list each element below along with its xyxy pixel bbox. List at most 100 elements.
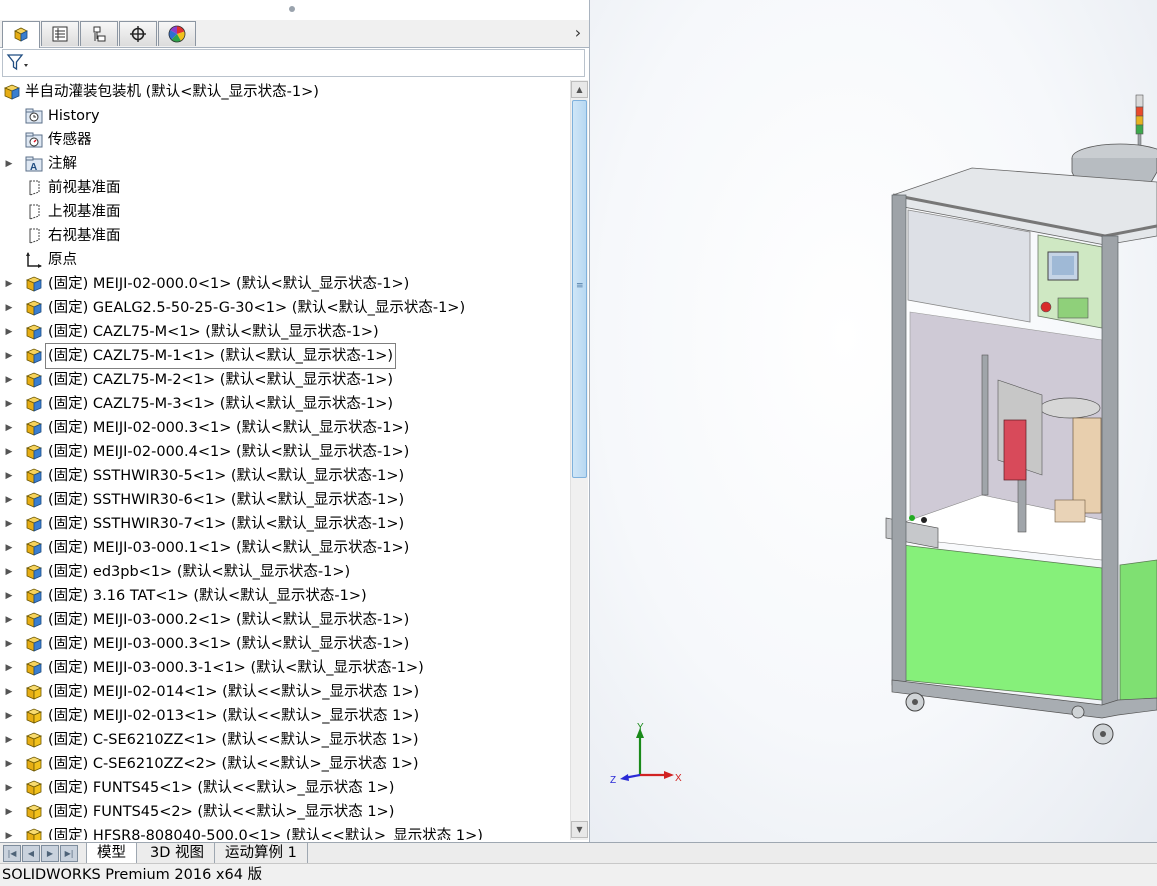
tree-item[interactable]: ▶ (固定) 3.16 TAT<1> (默认<默认_显示状态-1>): [0, 584, 568, 608]
tree-item-label: (固定) MEIJI-03-000.1<1> (默认<默认_显示状态-1>): [48, 540, 410, 556]
graphics-viewport[interactable]: Y X Z: [590, 0, 1157, 842]
plane-icon: [29, 228, 40, 244]
feature-manager-tab[interactable]: [2, 21, 40, 48]
subassembly-icon: [25, 372, 43, 388]
scroll-thumb[interactable]: ≡: [572, 100, 587, 478]
tree-item[interactable]: ▶ (固定) ed3pb<1> (默认<默认_显示状态-1>): [0, 560, 568, 584]
dimxpert-manager-tab[interactable]: [119, 21, 157, 46]
tab-model[interactable]: 模型: [86, 843, 137, 864]
tree-item[interactable]: ▶ (固定) MEIJI-02-014<1> (默认<<默认>_显示状态 1>): [0, 680, 568, 704]
expand-arrow-icon[interactable]: ▶: [4, 656, 14, 680]
property-list-icon: [52, 26, 68, 42]
tree-item-label: (固定) SSTHWIR30-7<1> (默认<默认_显示状态-1>): [48, 516, 405, 532]
tree-item[interactable]: ▶ (固定) MEIJI-02-013<1> (默认<<默认>_显示状态 1>): [0, 704, 568, 728]
expand-arrow-icon[interactable]: ▶: [4, 632, 14, 656]
tree-item[interactable]: ▶ (固定) GEALG2.5-50-25-G-30<1> (默认<默认_显示状态…: [0, 296, 568, 320]
triad-y-label: Y: [637, 722, 644, 733]
tree-item[interactable]: ▶ (固定) FUNTS45<2> (默认<<默认>_显示状态 1>): [0, 800, 568, 824]
tree-item[interactable]: ▶ (固定) C-SE6210ZZ<2> (默认<<默认>_显示状态 1>): [0, 752, 568, 776]
expand-arrow-icon[interactable]: ▶: [4, 704, 14, 728]
machine-3d-model[interactable]: [590, 0, 1157, 842]
tab-3d-view[interactable]: 3D 视图: [140, 843, 215, 864]
tree-item-label: (固定) SSTHWIR30-5<1> (默认<默认_显示状态-1>): [48, 468, 405, 484]
tree-vertical-scrollbar[interactable]: ▲ ≡ ▼: [570, 80, 588, 840]
expand-arrow-icon[interactable]: ▶: [4, 824, 14, 840]
expand-arrow-icon[interactable]: ▶: [4, 368, 14, 392]
tree-item[interactable]: 前视基准面: [0, 176, 568, 200]
first-tab-nav-button[interactable]: |◀: [3, 845, 21, 862]
expand-arrow-icon[interactable]: ▶: [4, 272, 14, 296]
filter-icon[interactable]: [6, 53, 30, 73]
last-tab-nav-button[interactable]: ▶|: [60, 845, 78, 862]
subassembly-icon: [25, 564, 43, 580]
feature-tree: 半自动灌装包装机 (默认<默认_显示状态-1>) History 传感器 ▶ A 注解前…: [0, 80, 568, 840]
expand-arrow-icon[interactable]: ▶: [4, 416, 14, 440]
tree-item[interactable]: ▶ (固定) CAZL75-M-1<1> (默认<默认_显示状态-1>): [0, 343, 568, 369]
property-manager-tab[interactable]: [41, 21, 79, 46]
expand-arrow-icon[interactable]: ▶: [4, 512, 14, 536]
expand-arrow-icon[interactable]: ▶: [4, 728, 14, 752]
tree-item[interactable]: ▶ (固定) MEIJI-03-000.2<1> (默认<默认_显示状态-1>): [0, 608, 568, 632]
panel-grip-handle[interactable]: [289, 6, 295, 12]
tree-item[interactable]: ▶ (固定) CAZL75-M-3<1> (默认<默认_显示状态-1>): [0, 392, 568, 416]
expand-arrow-icon[interactable]: ▶: [4, 488, 14, 512]
tree-item[interactable]: ▶ (固定) MEIJI-03-000.1<1> (默认<默认_显示状态-1>): [0, 536, 568, 560]
expand-arrow-icon[interactable]: ▶: [4, 584, 14, 608]
part-icon: [25, 780, 43, 796]
expand-arrow-icon[interactable]: ▶: [4, 800, 14, 824]
crosshair-icon: [130, 26, 146, 42]
expand-arrow-icon[interactable]: ▶: [4, 560, 14, 584]
subassembly-icon: [25, 492, 43, 508]
expand-arrow-icon[interactable]: ▶: [4, 776, 14, 800]
display-manager-tab[interactable]: [158, 21, 196, 46]
expand-arrow-icon[interactable]: ▶: [4, 440, 14, 464]
tree-item[interactable]: ▶ (固定) MEIJI-03-000.3-1<1> (默认<默认_显示状态-1>…: [0, 656, 568, 680]
expand-arrow-icon[interactable]: ▶: [4, 152, 14, 176]
expand-arrow-icon[interactable]: ▶: [4, 680, 14, 704]
tree-item[interactable]: ▶ (固定) MEIJI-02-000.4<1> (默认<默认_显示状态-1>): [0, 440, 568, 464]
part-icon: [25, 684, 43, 700]
subassembly-icon: [25, 444, 43, 460]
expand-arrow-icon[interactable]: ▶: [4, 320, 14, 344]
feature-manager-panel: › 半自动灌装包装机 (默认<默认_显示状态-1>) History 传感器 ▶ A 注…: [0, 0, 590, 842]
expand-arrow-icon[interactable]: ▶: [4, 392, 14, 416]
tree-item[interactable]: ▶ (固定) C-SE6210ZZ<1> (默认<<默认>_显示状态 1>): [0, 728, 568, 752]
tree-item[interactable]: ▶ (固定) FUNTS45<1> (默认<<默认>_显示状态 1>): [0, 776, 568, 800]
plane-icon: [29, 180, 40, 196]
more-tabs-chevron-icon[interactable]: ›: [571, 24, 585, 42]
tree-item[interactable]: 右视基准面: [0, 224, 568, 248]
expand-arrow-icon[interactable]: ▶: [4, 608, 14, 632]
tree-item[interactable]: ▶ (固定) SSTHWIR30-5<1> (默认<默认_显示状态-1>): [0, 464, 568, 488]
expand-arrow-icon[interactable]: ▶: [4, 296, 14, 320]
expand-arrow-icon[interactable]: ▶: [4, 536, 14, 560]
tree-item[interactable]: ▶ (固定) SSTHWIR30-6<1> (默认<默认_显示状态-1>): [0, 488, 568, 512]
expand-arrow-icon[interactable]: ▶: [4, 464, 14, 488]
tree-item[interactable]: History: [0, 104, 568, 128]
tree-root-assembly[interactable]: 半自动灌装包装机 (默认<默认_显示状态-1>): [0, 80, 568, 104]
tree-item[interactable]: ▶ (固定) HFSR8-808040-500.0<1> (默认<<默认>_显示状…: [0, 824, 568, 840]
tree-item[interactable]: ▶ (固定) CAZL75-M-2<1> (默认<默认_显示状态-1>): [0, 368, 568, 392]
tree-item[interactable]: ▶ A 注解: [0, 152, 568, 176]
scroll-thumb-grip-icon: ≡: [576, 281, 584, 291]
tree-item[interactable]: ▶ (固定) MEIJI-02-000.0<1> (默认<默认_显示状态-1>): [0, 272, 568, 296]
expand-arrow-icon[interactable]: ▶: [4, 752, 14, 776]
part-icon: [25, 804, 43, 820]
tree-item[interactable]: 传感器: [0, 128, 568, 152]
tree-item-label: (固定) MEIJI-02-014<1> (默认<<默认>_显示状态 1>): [48, 684, 420, 700]
tree-item[interactable]: 上视基准面: [0, 200, 568, 224]
scroll-up-button[interactable]: ▲: [571, 81, 588, 98]
tree-item-label: (固定) MEIJI-03-000.2<1> (默认<默认_显示状态-1>): [48, 612, 410, 628]
tab-motion-study[interactable]: 运动算例 1: [215, 843, 308, 864]
tree-filter-bar[interactable]: [2, 49, 585, 77]
expand-arrow-icon[interactable]: ▶: [4, 344, 14, 368]
tree-item[interactable]: ▶ (固定) SSTHWIR30-7<1> (默认<默认_显示状态-1>): [0, 512, 568, 536]
tree-item[interactable]: ▶ (固定) CAZL75-M<1> (默认<默认_显示状态-1>): [0, 320, 568, 344]
tree-item[interactable]: 原点: [0, 248, 568, 272]
scroll-down-button[interactable]: ▼: [571, 821, 588, 838]
tree-item[interactable]: ▶ (固定) MEIJI-02-000.3<1> (默认<默认_显示状态-1>): [0, 416, 568, 440]
tree-item-label: (固定) CAZL75-M-3<1> (默认<默认_显示状态-1>): [48, 396, 394, 412]
prev-tab-nav-button[interactable]: ◀: [22, 845, 40, 862]
next-tab-nav-button[interactable]: ▶: [41, 845, 59, 862]
tree-item[interactable]: ▶ (固定) MEIJI-03-000.3<1> (默认<默认_显示状态-1>): [0, 632, 568, 656]
configuration-manager-tab[interactable]: [80, 21, 118, 46]
